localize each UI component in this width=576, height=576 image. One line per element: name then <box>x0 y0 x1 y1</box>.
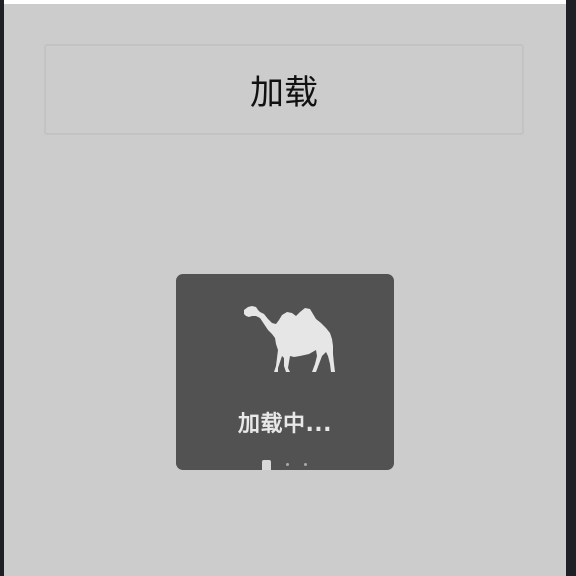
app-screen: 加载 加载中... <box>4 0 566 576</box>
load-button-label: 加载 <box>250 73 318 113</box>
page-indicator-dot <box>286 463 289 466</box>
status-bar <box>4 0 566 4</box>
camel-icon <box>244 306 335 372</box>
page-indicator <box>262 460 312 470</box>
loading-text: 加载中... <box>237 412 333 437</box>
load-button[interactable]: 加载 <box>44 44 524 135</box>
page-indicator-dot-active <box>262 460 271 470</box>
loading-toast: 加载中... <box>176 274 394 470</box>
page-indicator-dot <box>304 463 307 466</box>
